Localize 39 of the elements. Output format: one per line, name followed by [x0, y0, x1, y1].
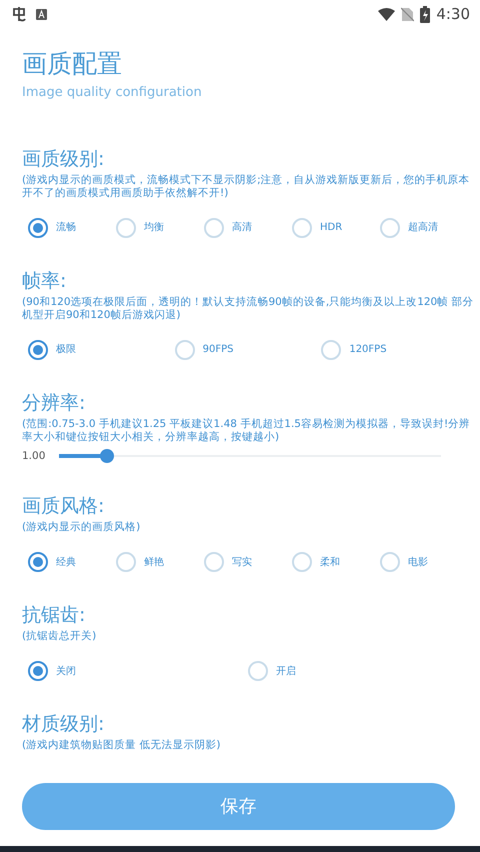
slider-thumb[interactable]: [100, 449, 114, 464]
section-title: 画质风格:: [22, 494, 106, 518]
radio-option[interactable]: 超高清: [380, 216, 468, 238]
slider[interactable]: [59, 449, 442, 464]
section-note: (游戏内建筑物贴图质量 低无法显示阴影): [22, 739, 222, 752]
radio-option[interactable]: 关闭: [28, 660, 248, 682]
battery-icon: [420, 6, 430, 22]
radio-option[interactable]: 高清: [204, 216, 292, 238]
status-time: 4:30: [436, 4, 470, 25]
page-title: 画质配置: [22, 48, 123, 80]
radio-option[interactable]: 均衡: [116, 216, 204, 238]
save-button[interactable]: 保存: [22, 783, 455, 830]
radio-option[interactable]: 开启: [248, 660, 468, 682]
radio-option[interactable]: 鲜艳: [116, 551, 204, 574]
section-note: (游戏内显示的画质风格): [22, 521, 142, 534]
radio-option[interactable]: 90FPS: [174, 338, 322, 360]
section-note: (抗锯齿总开关): [22, 630, 98, 644]
section-title: 分辨率:: [22, 390, 86, 414]
page-subtitle: Image quality configuration: [22, 84, 203, 102]
section-note: (90和120选项在极限后面，透明的！默认支持流畅90帧的设备,只能均衡及以上改120帧 部分机型开启90和120帧后游戏闪退): [22, 296, 475, 322]
wifi-icon: [378, 8, 396, 20]
radio-option[interactable]: 写实: [204, 551, 292, 574]
section-title: 抗锯齿:: [22, 603, 86, 628]
app-notification-icon: [36, 8, 47, 20]
section-note: (游戏内显示的画质模式，流畅模式下不显示阴影;注意，自从游戏新版更新后，您的手机原本开不了的画质模式用画质助手依然解不开!): [22, 174, 471, 200]
slider-value: 1.00: [22, 448, 46, 464]
radio-option[interactable]: 流畅: [28, 216, 116, 238]
section-note: (范围:0.75-3.0 手机建议1.25 平板建议1.48 手机超过1.5容易检测为模拟器，导致误封!分辨率大小和键位按钮大小相关，分辨率越高，按键越小): [22, 418, 472, 444]
radio-option[interactable]: 极限: [28, 338, 175, 360]
section-title: 材质级别:: [22, 712, 106, 736]
radio-option[interactable]: 经典: [28, 551, 116, 574]
radio-option[interactable]: 120FPS: [321, 338, 468, 360]
radio-option[interactable]: 柔和: [292, 551, 380, 574]
section-title: 帧率:: [22, 268, 68, 292]
bug-icon: [10, 5, 28, 23]
radio-option[interactable]: 电影: [380, 551, 468, 574]
radio-option[interactable]: HDR: [292, 216, 380, 238]
no-sim-icon: [401, 6, 414, 22]
section-title: 画质级别:: [22, 146, 106, 170]
